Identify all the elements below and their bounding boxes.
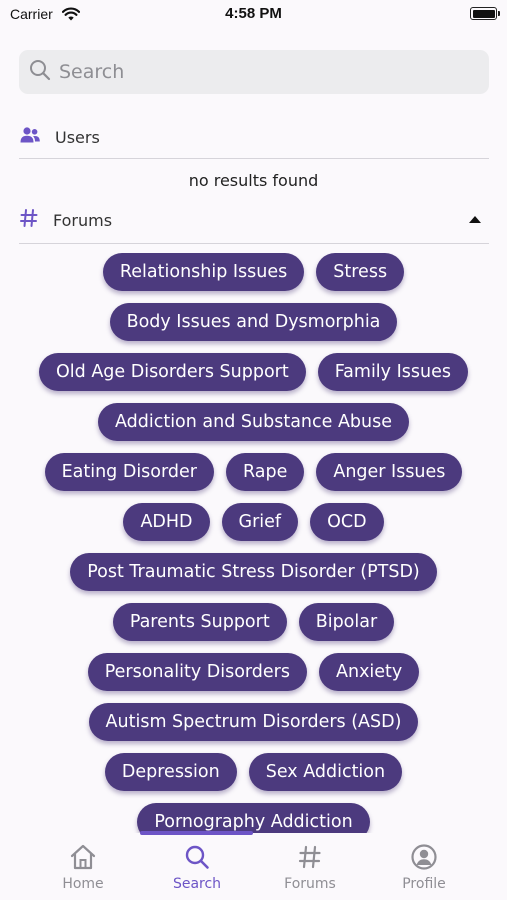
users-icon — [19, 126, 41, 148]
forum-tag-addiction-substance-abuse[interactable]: Addiction and Substance Abuse — [97, 403, 410, 441]
hashtag-icon — [19, 208, 39, 232]
forum-tag-parents-support[interactable]: Parents Support — [112, 603, 287, 641]
search-icon — [147, 843, 247, 871]
search-bar[interactable] — [19, 50, 489, 94]
tab-forums-label: Forums — [284, 876, 336, 892]
users-empty-message: no results found — [188, 171, 319, 190]
tab-bar: Home Search Forums Profile — [0, 831, 507, 900]
forum-tag-eating-disorder[interactable]: Eating Disorder — [44, 453, 214, 491]
forum-tag-personality-disorders[interactable]: Personality Disorders — [87, 653, 307, 691]
tab-profile[interactable]: Profile — [374, 843, 474, 892]
forums-section-header[interactable]: Forums — [19, 200, 489, 240]
profile-icon — [374, 843, 474, 871]
forum-tag-autism[interactable]: Autism Spectrum Disorders (ASD) — [88, 703, 419, 741]
forum-tag-sex-addiction[interactable]: Sex Addiction — [248, 753, 403, 791]
divider — [19, 158, 489, 159]
forum-tags-list: Relationship Issues Stress Body Issues a… — [10, 253, 497, 833]
search-icon — [29, 59, 51, 85]
forum-tag-anxiety[interactable]: Anxiety — [319, 653, 420, 691]
tab-search-label: Search — [172, 876, 222, 892]
tab-profile-label: Profile — [402, 876, 446, 892]
battery-icon — [470, 7, 500, 20]
forum-tag-old-age-disorders[interactable]: Old Age Disorders Support — [39, 353, 306, 391]
tab-home[interactable]: Home — [33, 843, 133, 892]
forum-tag-ptsd[interactable]: Post Traumatic Stress Disorder (PTSD) — [70, 553, 437, 591]
divider — [19, 243, 489, 244]
tab-forums[interactable]: Forums — [260, 843, 360, 892]
home-icon — [33, 843, 133, 871]
users-section-label: Users — [55, 127, 100, 147]
forum-tag-relationship-issues[interactable]: Relationship Issues — [102, 253, 305, 291]
clock: 4:58 PM — [225, 5, 282, 22]
search-input[interactable] — [59, 61, 459, 83]
forum-tag-grief[interactable]: Grief — [221, 503, 299, 541]
hashtag-icon — [260, 843, 360, 871]
forum-tag-depression[interactable]: Depression — [104, 753, 237, 791]
forum-tag-pornography-addiction[interactable]: Pornography Addiction — [137, 803, 370, 833]
forum-tag-bipolar[interactable]: Bipolar — [298, 603, 395, 641]
users-section-header[interactable]: Users — [19, 117, 489, 157]
active-tab-indicator — [140, 831, 253, 835]
collapse-caret-icon[interactable] — [469, 216, 481, 223]
forum-tag-body-issues[interactable]: Body Issues and Dysmorphia — [109, 303, 398, 341]
tab-search[interactable]: Search — [147, 843, 247, 892]
tab-home-label: Home — [62, 876, 104, 892]
forum-tag-anger-issues[interactable]: Anger Issues — [316, 453, 463, 491]
forum-tag-family-issues[interactable]: Family Issues — [317, 353, 468, 391]
forum-tag-adhd[interactable]: ADHD — [123, 503, 210, 541]
forum-tag-ocd[interactable]: OCD — [310, 503, 384, 541]
status-bar: Carrier 4:58 PM — [0, 0, 507, 30]
forum-tag-rape[interactable]: Rape — [225, 453, 305, 491]
forums-section-label: Forums — [53, 210, 113, 230]
forum-tag-stress[interactable]: Stress — [316, 253, 405, 291]
